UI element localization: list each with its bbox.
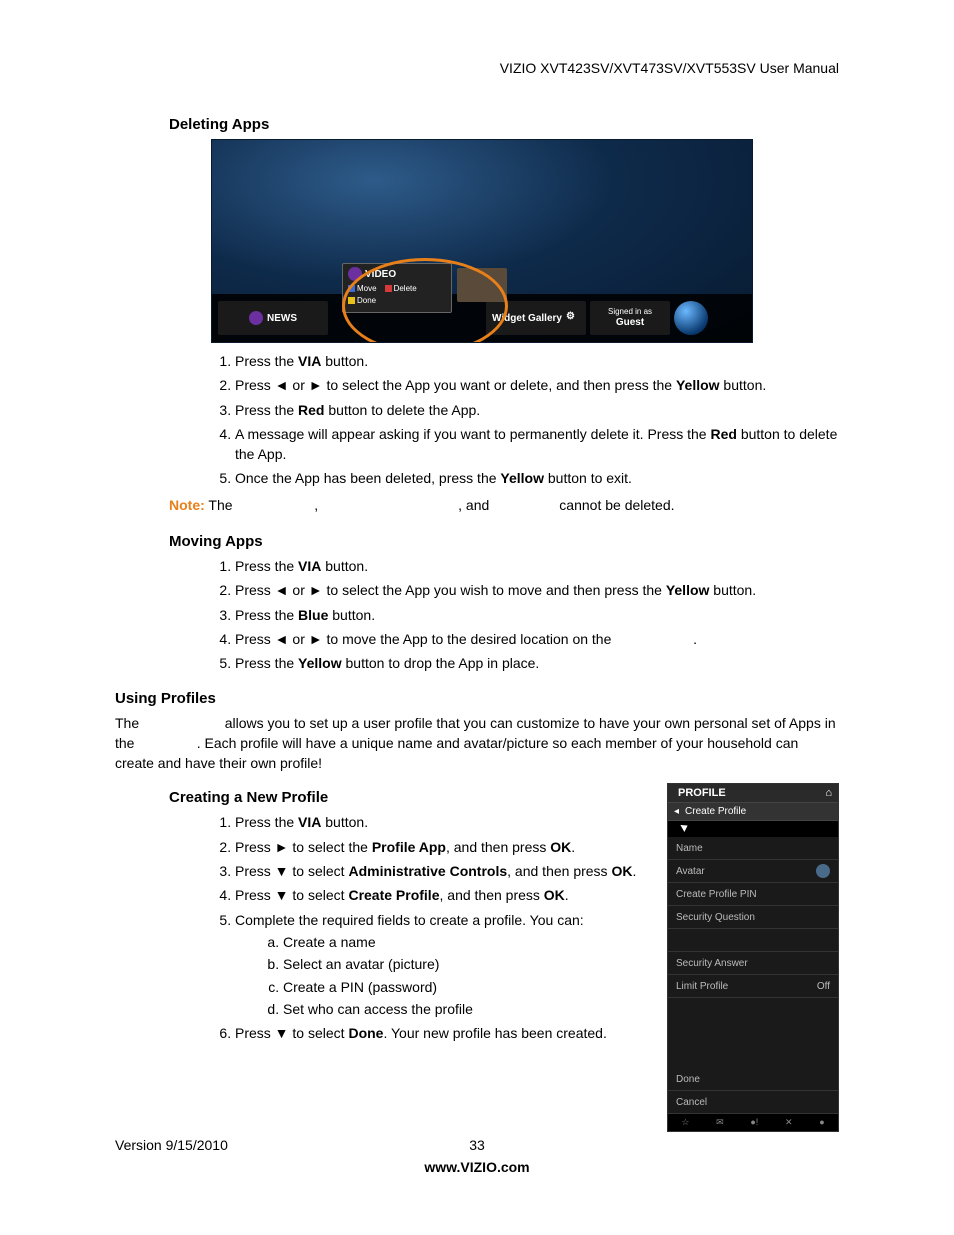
step: Press the Red button to delete the App. bbox=[235, 400, 839, 420]
avatar-icon bbox=[816, 864, 830, 878]
home-icon: ⌂ bbox=[825, 787, 832, 799]
news-label: NEWS bbox=[267, 313, 297, 324]
step: Complete the required fields to create a… bbox=[235, 910, 655, 1019]
dock-signed-tile: Signed in as Guest bbox=[590, 301, 670, 335]
step: Press ▼ to select Done. Your new profile… bbox=[235, 1023, 655, 1043]
step: Press the Blue button. bbox=[235, 605, 839, 625]
step: Once the App has been deleted, press the… bbox=[235, 468, 839, 488]
yahoo-icon bbox=[348, 267, 362, 281]
substep: Set who can access the profile bbox=[283, 999, 655, 1019]
deleting-apps-steps: Press the VIA button. Press ◄ or ► to se… bbox=[211, 351, 839, 489]
video-thumb bbox=[457, 268, 507, 302]
profiles-body: The allows you to set up a user profile … bbox=[115, 713, 839, 774]
substep: Select an avatar (picture) bbox=[283, 954, 655, 974]
globe-icon bbox=[674, 301, 708, 335]
profile-blank-row bbox=[668, 929, 838, 952]
note: Note: The , , and cannot be deleted. bbox=[169, 495, 839, 515]
profile-name-row: Name bbox=[668, 837, 838, 860]
step: Press ▼ to select Administrative Control… bbox=[235, 861, 655, 881]
profile-bottombar: ☆ ✉ ●! ✕ ● bbox=[668, 1114, 838, 1131]
profile-avatar-row: Avatar bbox=[668, 860, 838, 883]
cursor-row bbox=[668, 821, 838, 837]
page-footer: Version 9/15/2010 33 www.VIZIO.com bbox=[115, 1137, 839, 1175]
step: Press ► to select the Profile App, and t… bbox=[235, 837, 655, 857]
moving-apps-steps: Press the VIA button. Press ◄ or ► to se… bbox=[211, 556, 839, 673]
gear-icon: ⚙ bbox=[566, 311, 580, 325]
version-text: Version 9/15/2010 bbox=[115, 1137, 228, 1153]
page-header: VIZIO XVT423SV/XVT473SV/XVT553SV User Ma… bbox=[115, 60, 839, 76]
screenshot-app-dock: NEWS VIDEO Move Delete Done Widget Galle… bbox=[211, 139, 753, 343]
gallery-label: Widget Gallery bbox=[492, 313, 562, 324]
video-label: VIDEO bbox=[365, 269, 396, 280]
screenshot-profile-panel: PROFILE ⌂ ◂ Create Profile Name Avatar C… bbox=[667, 783, 839, 1132]
step: Press the VIA button. bbox=[235, 812, 655, 832]
yahoo-icon bbox=[249, 311, 263, 325]
signed-label: Signed in as bbox=[608, 308, 652, 317]
footer-url: www.VIZIO.com bbox=[115, 1159, 839, 1175]
step: Press ◄ or ► to move the App to the desi… bbox=[235, 629, 839, 649]
substeps: Create a name Select an avatar (picture)… bbox=[263, 932, 655, 1019]
step: Press the VIA button. bbox=[235, 351, 839, 371]
mail-icon: ✉ bbox=[716, 1117, 724, 1128]
move-label: Move bbox=[357, 284, 377, 293]
app-dock: NEWS VIDEO Move Delete Done Widget Galle… bbox=[212, 294, 752, 342]
heading-create-profile: Creating a New Profile bbox=[169, 789, 655, 806]
breadcrumb-label: Create Profile bbox=[685, 806, 746, 817]
step: Press ◄ or ► to select the App you wish … bbox=[235, 580, 839, 600]
step: Press the Yellow button to drop the App … bbox=[235, 653, 839, 673]
profile-titlebar: PROFILE ⌂ bbox=[668, 784, 838, 803]
substep: Create a name bbox=[283, 932, 655, 952]
heading-moving-apps: Moving Apps bbox=[169, 533, 839, 550]
heading-using-profiles: Using Profiles bbox=[115, 690, 839, 707]
profile-limit-row: Limit ProfileOff bbox=[668, 975, 838, 998]
step: Press ▼ to select Create Profile, and th… bbox=[235, 885, 655, 905]
dock-video-stack: VIDEO Move Delete Done bbox=[332, 263, 482, 333]
profile-title: PROFILE bbox=[678, 787, 726, 799]
step: Press ◄ or ► to select the App you want … bbox=[235, 375, 839, 395]
done-label: Done bbox=[357, 296, 376, 305]
substep: Create a PIN (password) bbox=[283, 977, 655, 997]
dot-icon: ● bbox=[819, 1117, 824, 1128]
step: A message will appear asking if you want… bbox=[235, 424, 839, 465]
profile-secq-row: Security Question bbox=[668, 906, 838, 929]
step: Press the VIA button. bbox=[235, 556, 839, 576]
profile-spacer bbox=[668, 998, 838, 1068]
profile-seca-row: Security Answer bbox=[668, 952, 838, 975]
page-number: 33 bbox=[469, 1137, 485, 1153]
video-card: VIDEO Move Delete Done bbox=[342, 263, 452, 313]
star-icon: ☆ bbox=[681, 1117, 689, 1128]
profile-breadcrumb: ◂ Create Profile bbox=[668, 803, 838, 821]
profile-done-row: Done bbox=[668, 1068, 838, 1091]
guest-label: Guest bbox=[616, 317, 644, 328]
profile-pin-row: Create Profile PIN bbox=[668, 883, 838, 906]
delete-label: Delete bbox=[394, 284, 417, 293]
heading-deleting-apps: Deleting Apps bbox=[169, 116, 839, 133]
back-arrow-icon: ◂ bbox=[674, 806, 679, 817]
chat-icon: ●! bbox=[750, 1117, 758, 1128]
dock-gallery-tile: Widget Gallery ⚙ bbox=[486, 301, 586, 335]
dock-news-tile: NEWS bbox=[218, 301, 328, 335]
note-label: Note: bbox=[169, 497, 205, 513]
create-profile-steps: Press the VIA button. Press ► to select … bbox=[211, 812, 655, 1043]
profile-cancel-row: Cancel bbox=[668, 1091, 838, 1114]
close-icon: ✕ bbox=[785, 1117, 793, 1128]
